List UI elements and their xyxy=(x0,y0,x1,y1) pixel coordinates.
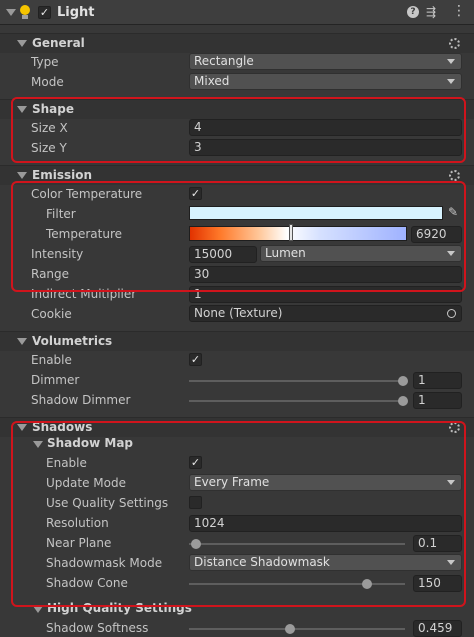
foldout-arrow-icon[interactable] xyxy=(6,9,16,16)
shadow-dimmer-slider-track[interactable] xyxy=(189,400,405,402)
volumetrics-enable-checkbox[interactable]: ✓ xyxy=(189,353,202,366)
dimmer-slider-track[interactable] xyxy=(189,380,405,382)
dimmer-field[interactable]: 1 xyxy=(413,372,462,389)
volumetrics-enable-label: Enable xyxy=(31,353,72,367)
shadow-dimmer-field[interactable]: 1 xyxy=(413,392,462,409)
shadow-dimmer-slider-knob[interactable] xyxy=(398,396,408,406)
component-enabled-checkbox[interactable]: ✓ xyxy=(38,6,51,19)
cookie-label: Cookie xyxy=(31,307,72,321)
gear-icon[interactable] xyxy=(449,38,460,49)
light-bulb-base-icon xyxy=(22,15,28,19)
cookie-field[interactable]: None (Texture) xyxy=(189,305,462,322)
foldout-arrow-icon[interactable] xyxy=(17,338,27,345)
section-title: General xyxy=(32,36,85,50)
shadow-softness-field[interactable]: 0.459 xyxy=(413,620,462,637)
object-picker-icon[interactable] xyxy=(447,309,456,318)
section-title: Emission xyxy=(32,168,92,182)
highlight-box-emission xyxy=(11,181,466,292)
foldout-arrow-icon[interactable] xyxy=(33,606,43,613)
highlight-box-shadows xyxy=(11,421,466,607)
shadow-softness-label: Shadow Softness xyxy=(46,621,149,635)
component-title: Light xyxy=(57,5,95,20)
preset-icon[interactable]: ⇶ xyxy=(426,5,436,19)
mode-label: Mode xyxy=(31,75,64,89)
dimmer-slider-knob[interactable] xyxy=(398,376,408,386)
component-header[interactable]: ✓ Light ? ⇶ ⋮ xyxy=(0,0,474,25)
foldout-arrow-icon[interactable] xyxy=(17,40,27,47)
type-dropdown[interactable]: Rectangle xyxy=(189,53,462,70)
shadow-dimmer-label: Shadow Dimmer xyxy=(31,393,131,407)
type-label: Type xyxy=(31,55,59,69)
mode-dropdown[interactable]: Mixed xyxy=(189,73,462,90)
context-menu-icon[interactable]: ⋮ xyxy=(452,3,466,19)
dimmer-label: Dimmer xyxy=(31,373,80,387)
light-bulb-icon xyxy=(20,5,30,15)
section-volumetrics[interactable]: Volumetrics xyxy=(0,331,474,351)
gear-icon[interactable] xyxy=(449,170,460,181)
section-general[interactable]: General xyxy=(0,33,474,53)
shadow-softness-slider-knob[interactable] xyxy=(285,624,295,634)
help-icon[interactable]: ? xyxy=(407,6,419,18)
section-title: Volumetrics xyxy=(32,334,113,348)
highlight-box-shape xyxy=(11,97,466,163)
foldout-arrow-icon[interactable] xyxy=(17,172,27,179)
shadow-softness-slider-track[interactable] xyxy=(189,628,405,630)
